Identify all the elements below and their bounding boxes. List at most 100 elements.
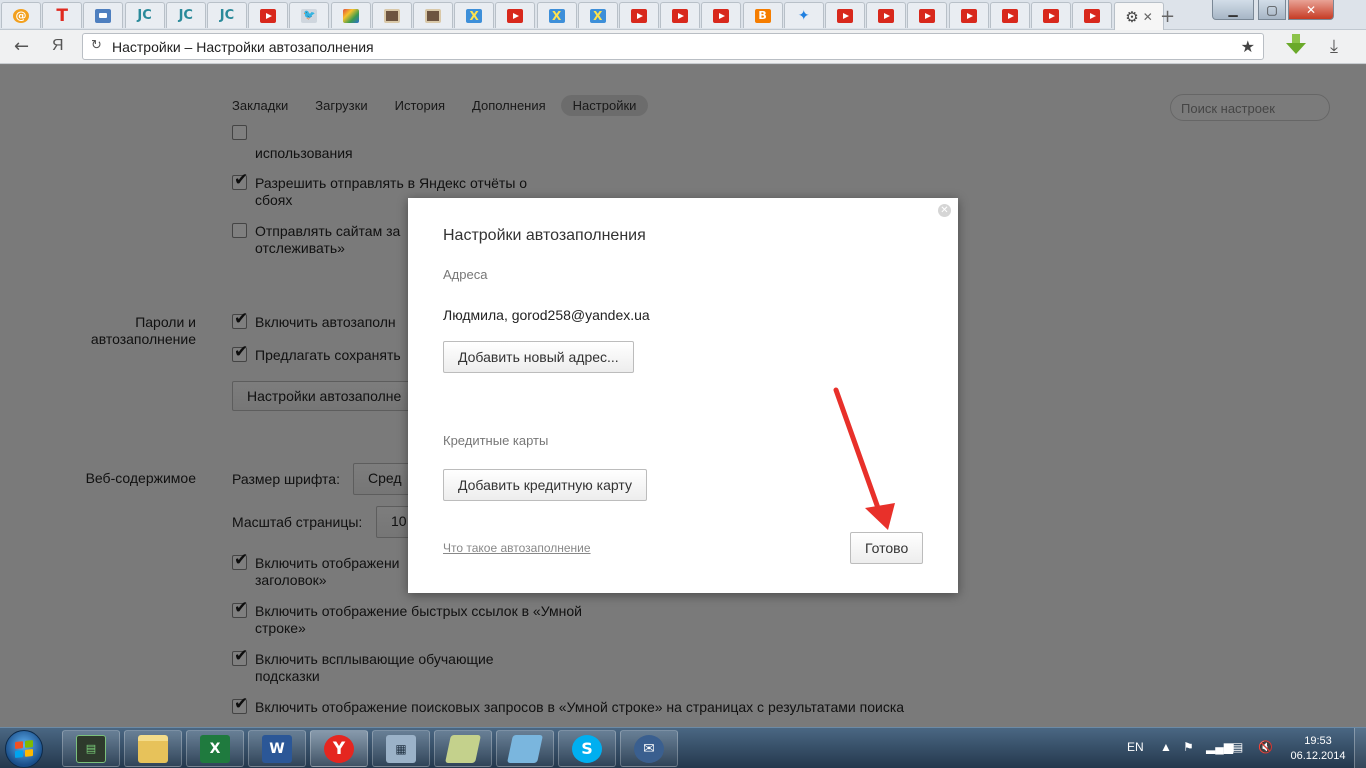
- update-download-icon[interactable]: [1285, 34, 1307, 56]
- taskbar-app-calculator[interactable]: ▦: [372, 730, 430, 767]
- browser-tab[interactable]: X: [536, 2, 577, 28]
- address-entry[interactable]: Людмила, gorod258@yandex.ua: [443, 307, 650, 323]
- browser-tab[interactable]: ✦: [783, 2, 824, 28]
- browser-tab[interactable]: 🐦: [289, 2, 330, 28]
- chat-icon: [95, 8, 112, 23]
- minimize-button[interactable]: ▁: [1212, 0, 1254, 20]
- close-tab-icon[interactable]: ✕: [1143, 10, 1153, 24]
- address-text[interactable]: Настройки – Настройки автозаполнения: [112, 39, 374, 55]
- browser-tab[interactable]: [660, 2, 701, 28]
- add-address-button[interactable]: Добавить новый адрес...: [443, 341, 634, 373]
- browser-tab[interactable]: [1072, 2, 1113, 28]
- back-arrow-icon[interactable]: ←: [14, 36, 29, 57]
- dialog-title: Настройки автозаполнения: [443, 227, 646, 244]
- blogger-icon: B: [754, 8, 771, 23]
- youtube-icon: [1043, 8, 1059, 23]
- autofill-help-link[interactable]: Что такое автозаполнение: [443, 541, 591, 555]
- taskbar-app-explorer[interactable]: [124, 730, 182, 767]
- taskbar-app-skype[interactable]: S: [558, 730, 616, 767]
- browser-toolbar: ← Я ↻ Настройки – Настройки автозаполнен…: [0, 30, 1366, 64]
- new-tab-button[interactable]: +: [1160, 6, 1175, 27]
- browser-tab[interactable]: B: [742, 2, 783, 28]
- clock-time: 19:53: [1304, 735, 1332, 747]
- instagram-icon: [425, 8, 441, 23]
- browser-tab[interactable]: T: [42, 2, 83, 28]
- downloads-icon[interactable]: ⤓: [1330, 36, 1338, 57]
- browser-tab[interactable]: [866, 2, 907, 28]
- addresses-heading: Адреса: [443, 267, 488, 282]
- browser-tab[interactable]: @: [1, 2, 41, 28]
- youtube-icon: [1084, 8, 1101, 23]
- youtube-icon: [713, 8, 730, 23]
- taskbar-app-excel[interactable]: X: [186, 730, 244, 767]
- close-icon[interactable]: ✕: [938, 204, 951, 217]
- bird-icon: 🐦: [301, 8, 318, 23]
- youtube-icon: [631, 8, 647, 23]
- browser-tab[interactable]: [413, 2, 453, 28]
- taskbar-app-word[interactable]: W: [248, 730, 306, 767]
- browser-tab[interactable]: JC: [124, 2, 165, 28]
- youtube-icon: [507, 8, 524, 23]
- yandex-logo[interactable]: Я: [52, 37, 64, 55]
- browser-tab[interactable]: JC: [165, 2, 206, 28]
- clock-date: 06.12.2014: [1290, 750, 1346, 762]
- youtube-icon: [878, 8, 895, 23]
- tab-settings[interactable]: ⚙ ✕: [1114, 2, 1164, 30]
- x-icon: X: [589, 8, 606, 23]
- tray-arrow-icon[interactable]: ▲: [1160, 740, 1172, 754]
- browser-tab[interactable]: [948, 2, 989, 28]
- browser-tab[interactable]: [330, 2, 371, 28]
- browser-tab[interactable]: [1031, 2, 1071, 28]
- taskbar-app-thunderbird[interactable]: ✉: [620, 730, 678, 767]
- browser-tab[interactable]: [83, 2, 124, 28]
- gear-icon: ⚙: [1125, 8, 1139, 26]
- tray-volume-icon[interactable]: 🔇: [1258, 740, 1273, 754]
- address-bar[interactable]: ↻ Настройки – Настройки автозаполнения ★: [82, 33, 1264, 60]
- language-indicator[interactable]: EN: [1127, 740, 1144, 754]
- youtube-icon: [837, 8, 853, 23]
- taskbar-app-editor[interactable]: [496, 730, 554, 767]
- tab-strip: @ T JC JC JC 🐦 X X X B ✦ ⚙ ✕ + ▁ ▢ ✕: [0, 0, 1366, 30]
- browser-tab[interactable]: X: [577, 2, 618, 28]
- credit-cards-heading: Кредитные карты: [443, 433, 549, 448]
- browser-tab[interactable]: [248, 2, 289, 28]
- dropbox-icon: ✦: [797, 7, 810, 24]
- browser-tab[interactable]: [619, 2, 659, 28]
- t-icon: T: [56, 5, 68, 26]
- bookmark-star-icon[interactable]: ★: [1241, 37, 1255, 56]
- youtube-icon: [260, 8, 277, 23]
- start-button[interactable]: [5, 730, 43, 768]
- browser-tab[interactable]: [495, 2, 536, 28]
- browser-tab[interactable]: [701, 2, 742, 28]
- tray-network2-icon[interactable]: ▤: [1232, 740, 1243, 754]
- jc-icon: JC: [178, 8, 193, 23]
- tray-flag-icon[interactable]: ⚑: [1183, 740, 1194, 754]
- x-icon: X: [548, 8, 565, 23]
- youtube-icon: [672, 8, 689, 23]
- x-icon: X: [466, 8, 483, 23]
- clock[interactable]: 19:53 06.12.2014: [1290, 734, 1346, 764]
- youtube-icon: [1001, 8, 1018, 23]
- taskbar-app-yandex-browser[interactable]: Y: [310, 730, 368, 767]
- taskbar-app-notepad[interactable]: [434, 730, 492, 767]
- autofill-settings-dialog: ✕ Настройки автозаполнения Адреса Людмил…: [408, 198, 958, 593]
- browser-tab[interactable]: [825, 2, 865, 28]
- browser-tab[interactable]: [907, 2, 948, 28]
- tray-network-icon[interactable]: ▂▄▆: [1206, 740, 1233, 754]
- jc-icon: JC: [137, 8, 152, 23]
- close-window-button[interactable]: ✕: [1288, 0, 1334, 20]
- youtube-icon: [960, 8, 977, 23]
- reload-icon[interactable]: ↻: [91, 38, 102, 53]
- browser-tab[interactable]: [371, 2, 412, 28]
- show-desktop-button[interactable]: [1354, 728, 1366, 768]
- youtube-icon: [919, 8, 936, 23]
- browser-tab[interactable]: JC: [207, 2, 247, 28]
- taskbar: ▤ X W Y ▦ S ✉ EN ▲ ⚑ ▂▄▆ ▤ 🔇 19:53 06.12…: [0, 727, 1366, 768]
- taskbar-app-monitor[interactable]: ▤: [62, 730, 120, 767]
- done-button[interactable]: Готово: [850, 532, 924, 564]
- add-credit-card-button[interactable]: Добавить кредитную карту: [443, 469, 647, 501]
- browser-tab[interactable]: [989, 2, 1030, 28]
- maximize-button[interactable]: ▢: [1258, 0, 1286, 20]
- instagram-color-icon: [342, 8, 359, 23]
- browser-tab[interactable]: X: [454, 2, 495, 28]
